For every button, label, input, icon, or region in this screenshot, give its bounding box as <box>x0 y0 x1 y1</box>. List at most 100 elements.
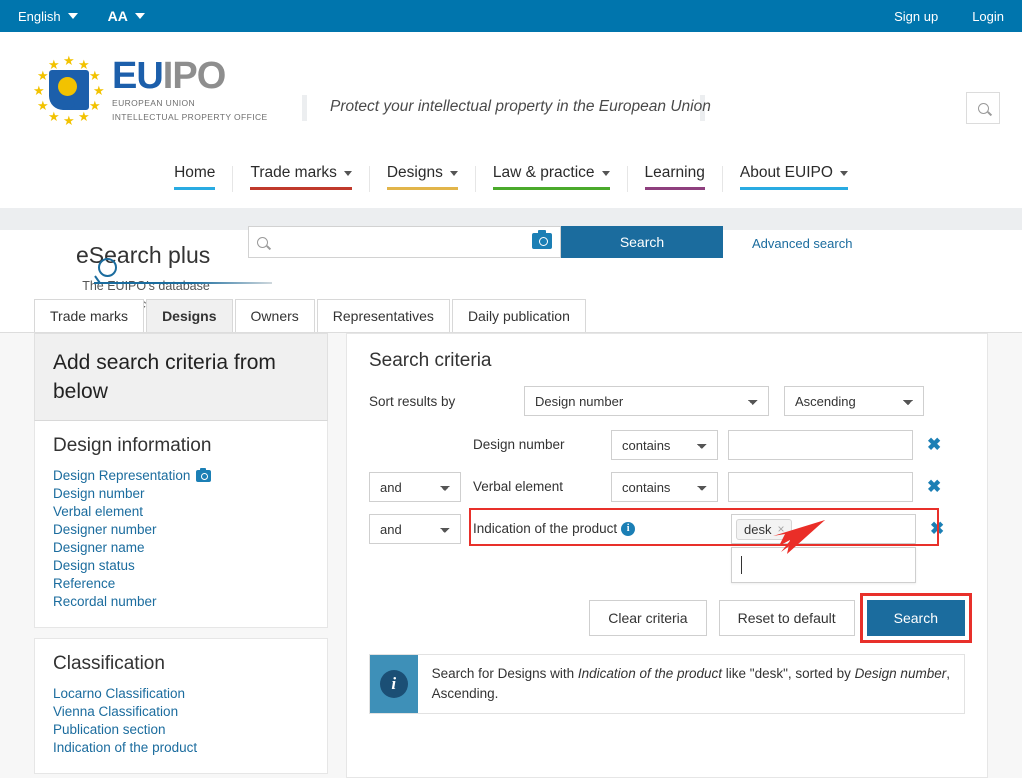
sidebar-item-recordal-number[interactable]: Recordal number <box>53 593 309 611</box>
summary-prefix: Search for Designs with <box>431 666 578 681</box>
nav-item-designs[interactable]: Designs <box>370 158 475 194</box>
summary-mid: like "desk", sorted by <box>722 666 855 681</box>
nav-item-home[interactable]: Home <box>157 158 232 194</box>
nav-label: Designs <box>386 164 443 181</box>
criteria-value-input[interactable] <box>728 472 913 502</box>
sort-order-select[interactable]: Ascending <box>784 386 924 416</box>
criteria-field-label: Verbal element <box>473 479 564 494</box>
eu-stars-icon: ★ ★ ★ ★ ★ ★ ★ ★ ★ ★ ★ ★ <box>33 53 105 128</box>
criteria-conjunction-select[interactable]: and <box>369 514 461 544</box>
euipo-wordmark: EUIPO EUROPEAN UNION INTELLECTUAL PROPER… <box>112 57 268 123</box>
clear-criteria-button[interactable]: Clear criteria <box>589 600 707 636</box>
sidebar-item-design-representation[interactable]: Design Representation <box>53 467 309 485</box>
advanced-search-link[interactable]: Advanced search <box>752 236 852 251</box>
site-header: ★ ★ ★ ★ ★ ★ ★ ★ ★ ★ ★ ★ EUIPO EUROPEAN U… <box>0 32 1022 150</box>
sidebar-item-publication-section[interactable]: Publication section <box>53 721 309 739</box>
nav-underline <box>492 187 610 190</box>
remove-criteria-icon[interactable]: ✖ <box>927 478 941 495</box>
sort-row: Sort results by Design number Ascending <box>369 386 965 416</box>
nav-item-learning[interactable]: Learning <box>628 158 722 194</box>
nav-label: About EUIPO <box>739 164 833 181</box>
search-summary-infobox: i Search for Designs with Indication of … <box>369 654 965 714</box>
search-input-wrapper[interactable] <box>248 226 561 258</box>
font-size-selector[interactable]: AA <box>108 8 145 24</box>
sidebar-item-vienna-classification[interactable]: Vienna Classification <box>53 703 309 721</box>
tab-trade-marks[interactable]: Trade marks <box>34 299 145 332</box>
panel-title: Search criteria <box>369 350 492 371</box>
nav-label: Trade marks <box>250 164 337 181</box>
sidebar-item-verbal-element[interactable]: Verbal element <box>53 503 309 521</box>
sidebar-heading: Add search criteria from below <box>34 333 328 421</box>
chevron-down-icon <box>134 13 145 19</box>
info-icon[interactable]: i <box>621 522 636 537</box>
search-input[interactable] <box>276 233 531 251</box>
header-search-button[interactable] <box>966 92 1000 124</box>
search-summary-text: Search for Designs with Indication of th… <box>418 655 964 713</box>
search-button[interactable]: Search <box>561 226 723 258</box>
tab-daily-publication[interactable]: Daily publication <box>451 299 586 332</box>
camera-icon[interactable] <box>532 230 552 249</box>
tab-owners[interactable]: Owners <box>234 299 315 332</box>
sidebar-item-locarno-classification[interactable]: Locarno Classification <box>53 685 309 703</box>
text-cursor <box>741 556 742 574</box>
sidebar-item-designer-number[interactable]: Designer number <box>53 521 309 539</box>
sidebar-item-label: Design Representation <box>53 468 191 483</box>
remove-criteria-icon[interactable]: ✖ <box>930 520 944 537</box>
sidebar-item-design-number[interactable]: Design number <box>53 485 309 503</box>
remove-criteria-icon[interactable]: ✖ <box>927 436 941 453</box>
sidebar-item-design-status[interactable]: Design status <box>53 557 309 575</box>
chevron-down-icon <box>839 170 848 176</box>
nav-label: Learning <box>644 164 705 181</box>
criteria-row-indication-of-the-product: and Indication of the product i desk × ✖ <box>369 508 965 583</box>
sidebar-item-indication-of-the-product[interactable]: Indication of the product <box>53 739 309 757</box>
criteria-conjunction-select[interactable]: and <box>369 472 461 502</box>
language-label: English <box>18 8 61 24</box>
tab-designs[interactable]: Designs <box>146 299 233 332</box>
esearch-underline <box>94 282 272 284</box>
nav-item-trade-marks[interactable]: Trade marks <box>233 158 368 194</box>
logo-ipo-text: IPO <box>162 55 226 97</box>
camera-icon <box>196 468 212 482</box>
chevron-down-icon <box>343 170 352 176</box>
logo-subtitle-line2: INTELLECTUAL PROPERTY OFFICE <box>112 112 268 122</box>
logo-subtitle-line1: EUROPEAN UNION <box>112 98 196 108</box>
sidebar-section-classification: Classification Locarno Classification Vi… <box>34 638 328 774</box>
chevron-down-icon <box>449 170 458 176</box>
nav-item-about-euipo[interactable]: About EUIPO <box>723 158 865 194</box>
signup-link[interactable]: Sign up <box>894 9 938 24</box>
submit-search-button[interactable]: Search <box>866 600 965 636</box>
nav-underline <box>386 187 458 190</box>
logo-eu-text: EU <box>112 55 164 97</box>
nav-underline <box>174 187 216 190</box>
top-utility-bar: English AA Sign up Login <box>0 0 1022 32</box>
info-icon: i <box>379 670 408 698</box>
sort-field-select[interactable]: Design number <box>524 386 769 416</box>
euipo-logo[interactable]: ★ ★ ★ ★ ★ ★ ★ ★ ★ ★ ★ ★ EUIPO EUROPEAN U… <box>0 32 268 128</box>
info-icon-container: i <box>370 655 418 713</box>
criteria-operator-select[interactable]: contains <box>611 430 718 460</box>
tab-representatives[interactable]: Representatives <box>316 299 450 332</box>
criteria-operator-select[interactable]: contains <box>611 472 718 502</box>
search-criteria-panel: Search criteria Sort results by Design n… <box>346 333 988 778</box>
sort-label: Sort results by <box>369 393 456 409</box>
sidebar-item-reference[interactable]: Reference <box>53 575 309 593</box>
magnifier-icon <box>98 258 117 277</box>
nav-label: Home <box>174 164 216 181</box>
language-selector[interactable]: English <box>18 9 78 24</box>
search-icon <box>977 102 989 114</box>
page-body: Add search criteria from below Design in… <box>0 332 1022 778</box>
summary-sortfield: Design number <box>854 666 947 681</box>
main-navigation: Home Trade marks Designs Law & practice … <box>0 150 1022 208</box>
search-icon <box>257 236 268 248</box>
nav-item-law-practice[interactable]: Law & practice <box>476 158 627 194</box>
login-link[interactable]: Login <box>972 9 1004 24</box>
sidebar-section-title: Design information <box>53 435 212 456</box>
criteria-field-text: Indication of the product <box>473 521 618 536</box>
reset-to-default-button[interactable]: Reset to default <box>718 600 855 636</box>
header-tagline: Protect your intellectual property in th… <box>330 98 711 115</box>
sidebar-item-designer-name[interactable]: Designer name <box>53 539 309 557</box>
esearch-title: eSearch plus <box>76 242 211 268</box>
criteria-row-design-number: Design number contains ✖ <box>369 430 965 460</box>
criteria-value-input[interactable] <box>728 430 913 460</box>
esearch-searchbar: Search <box>248 226 723 258</box>
